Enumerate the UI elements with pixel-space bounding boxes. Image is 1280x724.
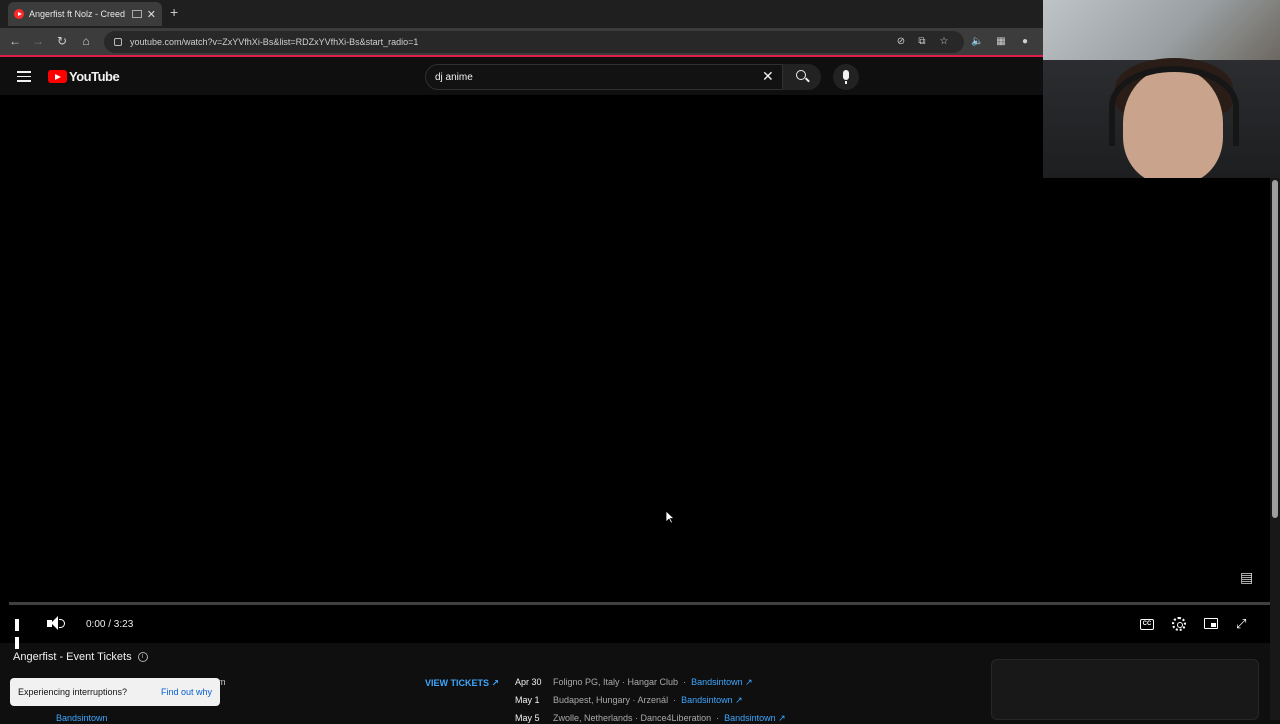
volume-icon[interactable] (47, 616, 67, 634)
settings-icon[interactable] (1172, 617, 1186, 631)
browser-tab-bar: Angerfist ft Nolz - Creed Of ✕ + (0, 0, 1043, 28)
search-query: dj anime (435, 71, 473, 83)
voice-search-button[interactable] (833, 64, 859, 90)
webcam-overlay (1043, 0, 1280, 178)
search-button[interactable] (783, 64, 821, 90)
info-icon[interactable]: i (137, 652, 148, 662)
hamburger-icon[interactable] (17, 71, 31, 82)
interruptions-toast: Experiencing interruptions? Find out why (10, 678, 220, 706)
speaker-icon[interactable]: 🔈 (971, 36, 983, 48)
tab-media-icon[interactable] (131, 10, 142, 18)
progress-bar[interactable] (9, 602, 1271, 605)
search-input[interactable]: dj anime (425, 64, 783, 90)
tickets-shelf-title: Angerfist - Event Tickets i (13, 651, 148, 663)
search-icon (796, 70, 806, 80)
url-text: youtube.com/watch?v=ZxYVfhXi-Bs&list=RDZ… (130, 37, 419, 47)
youtube-logo[interactable]: YouTube (48, 69, 120, 84)
youtube-logo-text: YouTube (69, 69, 120, 84)
time-display: 0:00 / 3:23 (86, 619, 134, 630)
captions-icon[interactable]: CC (1140, 619, 1154, 630)
tab-close-icon[interactable]: ✕ (147, 8, 156, 21)
shelf-card[interactable] (991, 659, 1259, 720)
find-out-why-link[interactable]: Find out why (161, 687, 212, 697)
close-icon[interactable]: ✕ (762, 68, 774, 85)
eye-off-icon[interactable]: ⊘ (895, 36, 907, 48)
profile-icon[interactable]: ● (1019, 36, 1031, 48)
event-row: May 1 Budapest, Hungary · Arzenál · Band… (515, 695, 743, 706)
view-tickets-link[interactable]: VIEW TICKETS ↗ (425, 678, 499, 689)
reload-button[interactable]: ↻ (54, 34, 70, 48)
youtube-favicon-icon (14, 9, 24, 19)
fullscreen-icon[interactable]: ⤢ (1236, 617, 1250, 631)
event-row: May 5 Zwolle, Netherlands · Dance4Libera… (515, 713, 786, 724)
install-icon[interactable]: ⧉ (916, 36, 928, 48)
youtube-header: YouTube dj anime ✕ (0, 59, 1043, 95)
bookmark-star-icon[interactable]: ☆ (938, 36, 950, 48)
bandsintown-link[interactable]: Bandsintown ↗ (724, 713, 786, 724)
pause-icon[interactable] (15, 616, 27, 649)
bandsintown-link[interactable]: Bandsintown (56, 713, 108, 723)
back-button[interactable]: ← (7, 34, 23, 48)
bandsintown-link[interactable]: Bandsintown ↗ (691, 677, 753, 688)
channel-watermark-icon[interactable]: ▤ (1240, 569, 1253, 586)
miniplayer-icon[interactable] (1204, 618, 1218, 629)
address-bar-row: ← → ↻ ⌂ youtube.com/watch?v=ZxYVfhXi-Bs&… (0, 28, 1043, 57)
site-info-icon[interactable] (114, 38, 122, 46)
event-row: Apr 30 Foligno PG, Italy · Hangar Club ·… (515, 677, 753, 688)
home-button[interactable]: ⌂ (78, 34, 94, 48)
youtube-play-icon (48, 70, 67, 83)
bandsintown-link[interactable]: Bandsintown ↗ (681, 695, 743, 706)
tab-title: Angerfist ft Nolz - Creed Of (29, 9, 127, 19)
new-tab-button[interactable]: + (170, 4, 178, 20)
extension-icon[interactable]: ▦ (995, 36, 1007, 48)
scrollbar-thumb[interactable] (1272, 180, 1278, 518)
forward-button[interactable]: → (30, 34, 46, 48)
player-controls: 0:00 / 3:23 CC ⤢ (0, 610, 1270, 649)
toast-message: Experiencing interruptions? (18, 687, 128, 697)
url-field[interactable]: youtube.com/watch?v=ZxYVfhXi-Bs&list=RDZ… (104, 31, 964, 53)
mic-icon (843, 70, 849, 80)
browser-tab[interactable]: Angerfist ft Nolz - Creed Of ✕ (8, 2, 162, 26)
